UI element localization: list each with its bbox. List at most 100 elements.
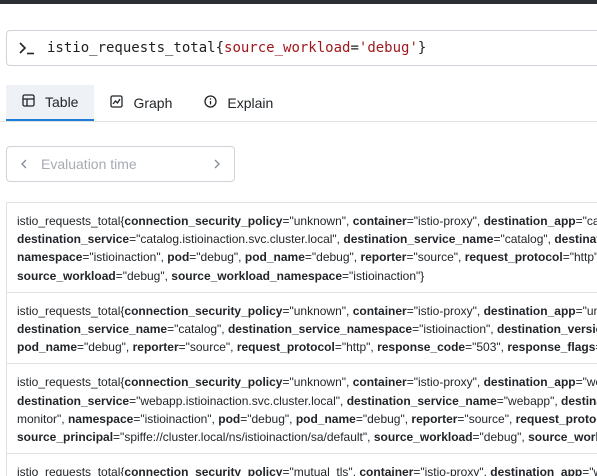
label-name: destination_app [483,303,576,318]
label-text: ="webapp", [496,393,562,408]
result-line: istio_requests_total{connection_security… [17,302,597,320]
label-text: ="503", [465,340,508,355]
label-text: ="source", [178,340,237,355]
terminal-prompt-icon [7,41,47,55]
label-name: destination_service_namespace [561,393,597,408]
label-text: ="istio-proxy", [406,303,484,318]
label-text: ="debug", [115,268,172,283]
tab-table[interactable]: Table [6,85,95,121]
label-text: monitor", [17,411,68,426]
label-name: source_workload [17,268,116,283]
query-input[interactable]: istio_requests_total{source_workload='de… [6,30,597,66]
query-label: source_workload [224,40,351,56]
label-text: ="unknown" [575,303,597,318]
label-text: ="source", [457,411,516,426]
label-name: reporter [132,340,179,355]
label-name: destination_service_namespace [227,322,413,337]
chevron-left-icon[interactable] [7,159,41,169]
label-text: ="istio-proxy", [413,465,491,476]
result-line: destination_service_name="catalog", dest… [17,320,597,338]
evaluation-time-picker[interactable]: Evaluation time [6,146,235,182]
chevron-right-icon[interactable] [200,159,234,169]
label-name: destination_service_name [17,322,168,337]
label-name: destination_service_name [346,393,497,408]
label-text: ="istioinaction", [82,250,168,265]
label-name: connection_security_policy [124,375,283,390]
label-name: response_flags [507,340,596,355]
label-name: reporter [411,411,458,426]
label-name: container [352,303,407,318]
label-name: source_workload_namespace [528,430,597,445]
result-line: source_workload="debug", source_workload… [17,267,597,285]
query-brace-open: { [215,40,225,56]
result-line: source_principal="spiffe://cluster.local… [17,428,597,446]
info-icon [204,95,218,111]
label-name: pod [167,250,190,265]
label-text: istio_requests_total{ [17,375,125,390]
label-text: istio_requests_total{ [17,214,125,228]
query-metric: istio_requests_total [47,40,216,56]
label-text: istio_requests_total{ [17,303,125,318]
query-eq: = [350,40,359,56]
label-name: pod_name [295,411,356,426]
label-name: response_code [377,340,466,355]
label-text: ="unknown", [282,303,353,318]
label-name: destinat [554,232,597,247]
result-row: istio_requests_total{connection_security… [7,364,597,455]
label-text: ="webapp.istioinaction.svc.cluster.local… [129,393,347,408]
label-name: reporter [360,250,407,265]
label-text: ="webapp" [582,465,597,476]
tab-table-label: Table [45,94,79,110]
label-text: ="http" [562,250,597,265]
label-name: container [359,465,414,476]
label-name: container [352,375,407,390]
label-text: ="catalog.istioinaction.svc.cluster.loca… [129,232,344,247]
tab-explain[interactable]: Explain [188,85,289,121]
label-text: ="istioinaction", [412,322,497,337]
result-row: istio_requests_total{connection_security… [7,454,597,476]
label-text: ="catalog" [575,214,597,228]
result-row: istio_requests_total{connection_security… [7,203,597,293]
label-text: ="webapp" [575,375,597,390]
evaluation-time-placeholder: Evaluation time [41,156,137,172]
table-icon [22,94,35,110]
tabs-divider [0,121,597,122]
result-line: pod_name="debug", reporter="source", req… [17,338,597,356]
label-name: destination_app [483,214,576,228]
label-name: request_protocol [236,340,335,355]
label-name: destination_app [490,465,583,476]
result-line: destination_service="catalog.istioinacti… [17,230,597,248]
label-name: destination_service [17,393,130,408]
label-name: connection_security_policy [124,465,283,476]
label-name: source_workload [373,430,473,445]
label-name: namespace [67,411,134,426]
label-text: ="debug", [189,250,245,265]
label-name: container [352,214,407,228]
label-name: destination_service [17,232,130,247]
label-name: connection_security_policy [124,303,283,318]
tab-graph[interactable]: Graph [94,85,188,121]
results-table: istio_requests_total{connection_security… [6,202,597,476]
label-name: request_protocol [464,250,563,265]
label-text: ="source", [406,250,465,265]
label-name: destination_version [496,322,597,337]
label-text: ="http", [334,340,378,355]
label-text: ="debug", [304,250,361,265]
label-text: ="debug", [77,340,133,355]
result-line: destination_service="webapp.istioinactio… [17,392,597,410]
label-name: source_workload_namespace [171,268,343,283]
query-brace-close: } [417,40,427,56]
result-line: istio_requests_total{connection_security… [17,373,597,391]
label-text: ="mutual_tls", [282,465,360,476]
label-text: ="debug", [472,430,529,445]
label-name: pod_name [244,250,305,265]
label-text: ="catalog", [493,232,555,247]
tab-graph-label: Graph [133,95,173,111]
label-name: destination_service_name [343,232,494,247]
label-name: request_protocol [515,411,597,426]
query-text[interactable]: istio_requests_total{source_workload='de… [47,40,426,56]
label-text: ="istio-proxy", [406,214,484,228]
label-name: connection_security_policy [124,214,283,228]
result-line: istio_requests_total{connection_security… [17,212,597,230]
label-text: istio_requests_total{ [17,465,125,476]
